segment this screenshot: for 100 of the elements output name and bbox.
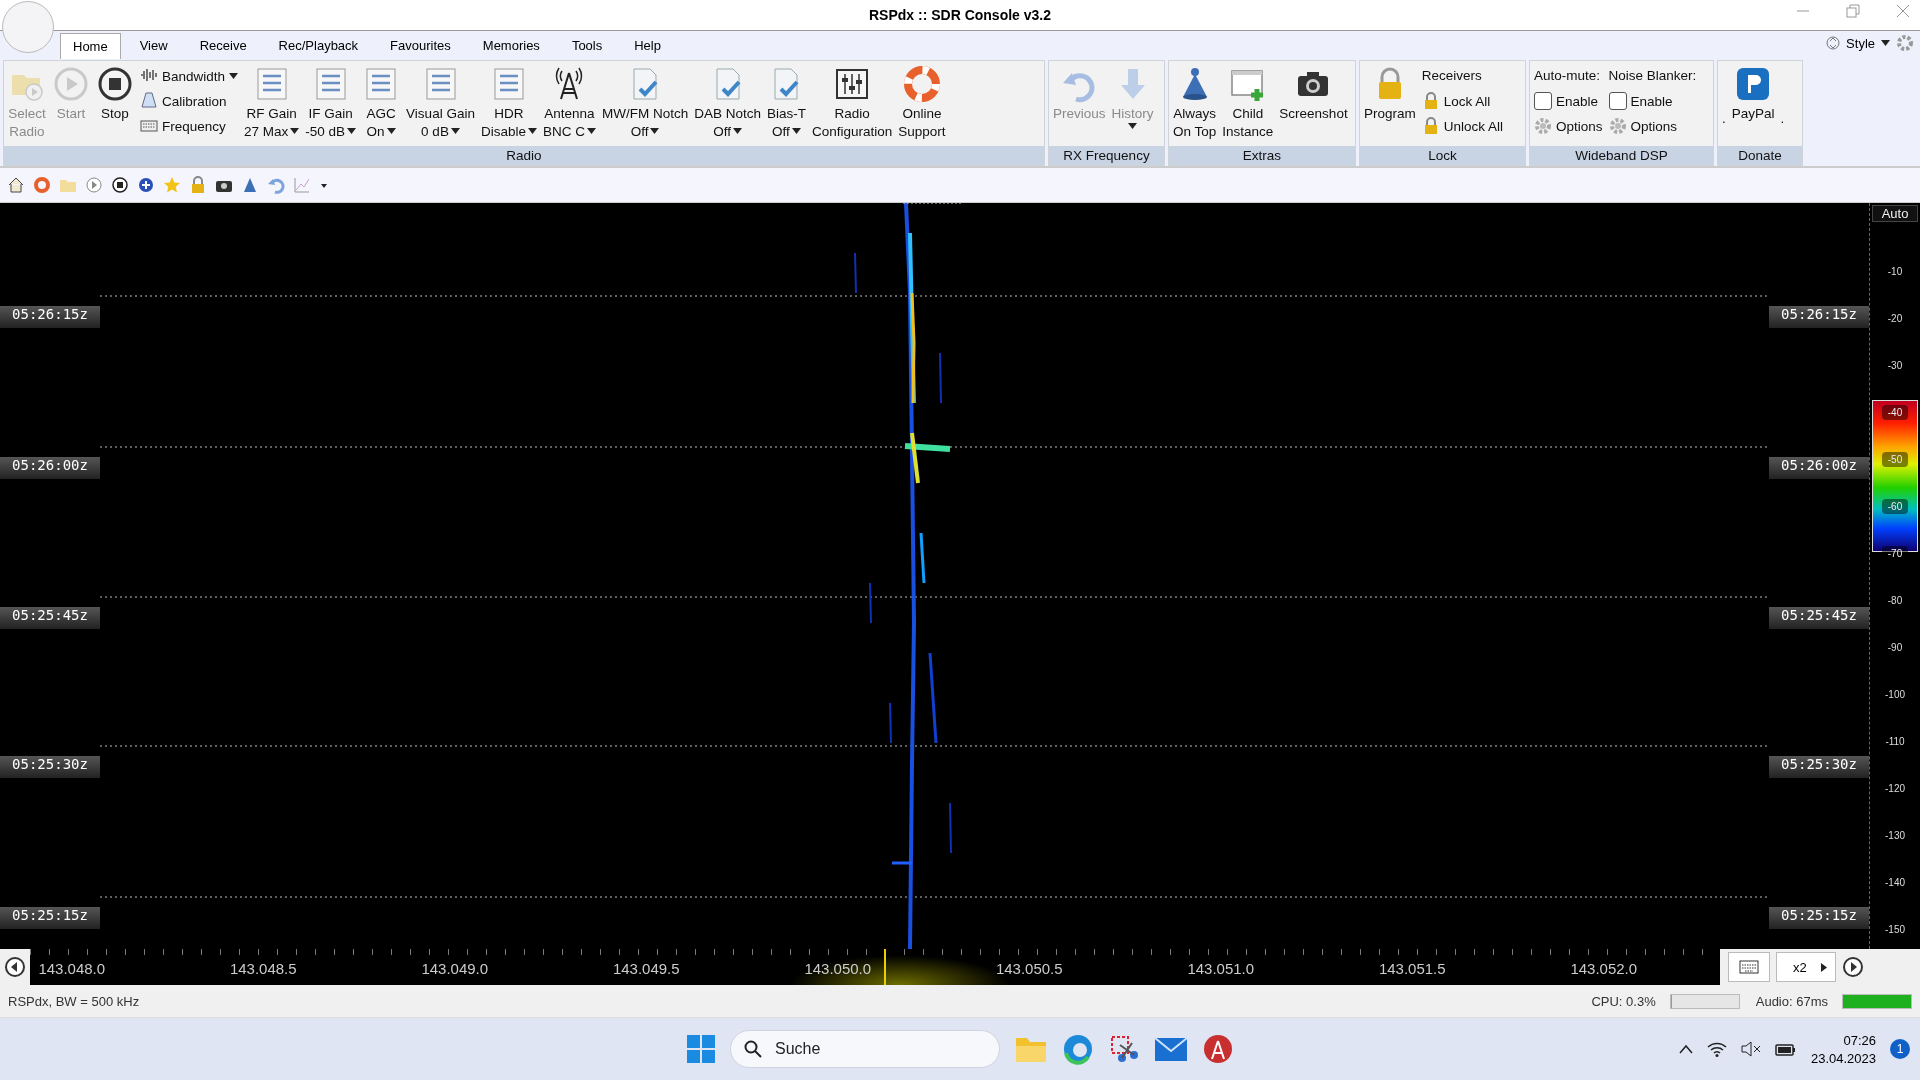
ribbon-button[interactable]: Program [1364,63,1416,123]
ribbon-button[interactable]: Stop [96,63,134,123]
scale-label: -100 [1884,688,1906,702]
keyboard-icon [140,117,158,135]
ribbon-button[interactable]: RF Gain 27 Max [244,63,300,141]
star-icon[interactable] [163,176,181,194]
ribbon-button[interactable]: DAB Notch Off [694,63,761,141]
muted-speaker-icon[interactable] [1740,1041,1761,1057]
style-menu[interactable]: Style [1846,35,1875,51]
play-icon[interactable] [85,176,103,194]
time-label: 05:26:00z [0,457,100,479]
gear-icon[interactable] [1896,34,1914,52]
ribbon-button[interactable]: PayPal [1731,63,1775,123]
search-field[interactable]: Suche [730,1030,1000,1068]
scale-label: -120 [1884,782,1906,796]
time-label: 05:25:30z [1769,756,1870,778]
gear-icon [1534,117,1552,135]
ribbon-button[interactable]: Bandwidth [140,65,239,87]
menu-tab[interactable]: Rec/Playback [265,32,372,58]
padlock-icon[interactable] [189,176,207,194]
cone-icon[interactable] [241,176,259,194]
menu-tab[interactable]: Tools [558,32,616,58]
browser-icon[interactable] [1062,1033,1094,1065]
menu-tab[interactable]: View [126,32,181,58]
lifebuoy-icon [902,65,941,103]
frequency-label: 143.050.5 [994,959,1064,979]
lifebuoy-icon[interactable] [33,176,51,194]
radio-tower-icon[interactable] [1202,1033,1234,1065]
menu-tab[interactable]: Help [621,32,674,58]
ribbon-button[interactable]: Online Support [898,63,946,141]
ribbon-button[interactable]: Antenna BNC C [542,63,596,141]
ribbon-button[interactable]: Screenshot [1279,63,1348,123]
scale-label: -40 [1881,405,1909,420]
ribbon-button[interactable]: Lock All [1421,90,1504,112]
menu-tab[interactable]: Home [60,33,121,59]
group-label: RX Frequency [1049,146,1164,165]
close-icon[interactable] [1896,4,1910,18]
stop-icon [96,65,134,103]
ribbon-button[interactable]: Calibration [140,90,239,112]
ribbon-button[interactable]: Visual Gain 0 dB [406,63,475,141]
chevron-up-icon[interactable] [1678,1044,1693,1054]
plus-icon[interactable] [137,176,155,194]
enable-checkbox[interactable]: Enable [1608,90,1697,112]
ribbon-button[interactable]: Bias-T Off [767,63,806,141]
frequency-label: 143.051.5 [1377,959,1447,979]
frequency-label: 143.049.5 [611,959,681,979]
ribbon-button[interactable]: Options [1534,115,1603,137]
ribbon-button[interactable]: Child Instance [1222,63,1274,141]
time-label: 05:25:15z [0,907,100,929]
frequency-label: 143.051.0 [1186,959,1256,979]
notification-badge[interactable]: 1 [1890,1039,1910,1059]
search-icon [744,1040,762,1058]
audio-meter [1842,993,1912,1009]
ribbon-button[interactable]: Frequency [140,115,239,137]
scale-label: -90 [1886,641,1904,655]
home-icon[interactable] [7,176,25,194]
group-label: Extras [1169,146,1355,165]
ribbon-button[interactable]: Radio Configuration [812,63,893,141]
section-label: Noise Blanker: [1608,67,1697,85]
clock-date[interactable]: 23.04.2023 [1810,1050,1876,1066]
time-label: 05:25:45z [1769,607,1870,629]
zoom-dropdown[interactable]: x2 [1776,952,1836,982]
rewind-icon[interactable] [4,956,26,978]
keyboard-button[interactable] [1728,952,1770,982]
mail-icon[interactable] [1154,1035,1188,1063]
restore-icon[interactable] [1846,4,1860,18]
frequency-label: 143.048.5 [228,959,298,979]
ribbon-button[interactable]: Always On Top [1173,63,1217,141]
time-label: 05:26:15z [1769,306,1870,328]
wifi-icon[interactable] [1706,1041,1727,1057]
group-label: Lock [1360,146,1525,165]
ribbon-button[interactable]: Options [1608,115,1697,137]
scissors-icon[interactable] [1108,1033,1140,1065]
section-label: Auto-mute: [1534,67,1602,85]
menu-tab[interactable]: Receive [186,32,260,58]
scale-label: -10 [1886,265,1904,279]
stop-icon[interactable] [111,176,129,194]
clock-time[interactable]: 07:26 [1843,1032,1876,1048]
forward-icon[interactable] [1841,956,1864,978]
scale-label: -60 [1881,499,1909,514]
ribbon-button[interactable]: AGC On [362,63,401,141]
cpu-meter [1669,993,1740,1009]
ribbon-button[interactable]: IF Gain -50 dB [305,63,357,141]
cpu-label: CPU: 0.3% [1591,993,1656,1009]
up-down-icon[interactable] [1826,34,1841,52]
menu-tab[interactable]: Favourites [377,32,464,58]
scale-label: -20 [1886,312,1904,326]
audio-label: Audio: 67ms [1755,993,1828,1009]
undo-arrow-icon[interactable] [267,176,285,194]
group-label: Donate [1718,146,1802,165]
auto-button[interactable]: Auto [1872,205,1918,222]
frequency-label: 143.050.0 [803,959,873,979]
ribbon-button[interactable]: MW/FM Notch Off [601,63,689,141]
ribbon-button[interactable]: Unlock All [1421,115,1504,137]
battery-icon[interactable] [1774,1041,1797,1057]
start-icon[interactable] [686,1034,716,1064]
menu-tab[interactable]: Memories [469,32,553,58]
ribbon-button[interactable]: HDR Disable [480,63,537,141]
enable-checkbox[interactable]: Enable [1534,90,1603,112]
frequency-label: 143.052.0 [1569,959,1639,979]
